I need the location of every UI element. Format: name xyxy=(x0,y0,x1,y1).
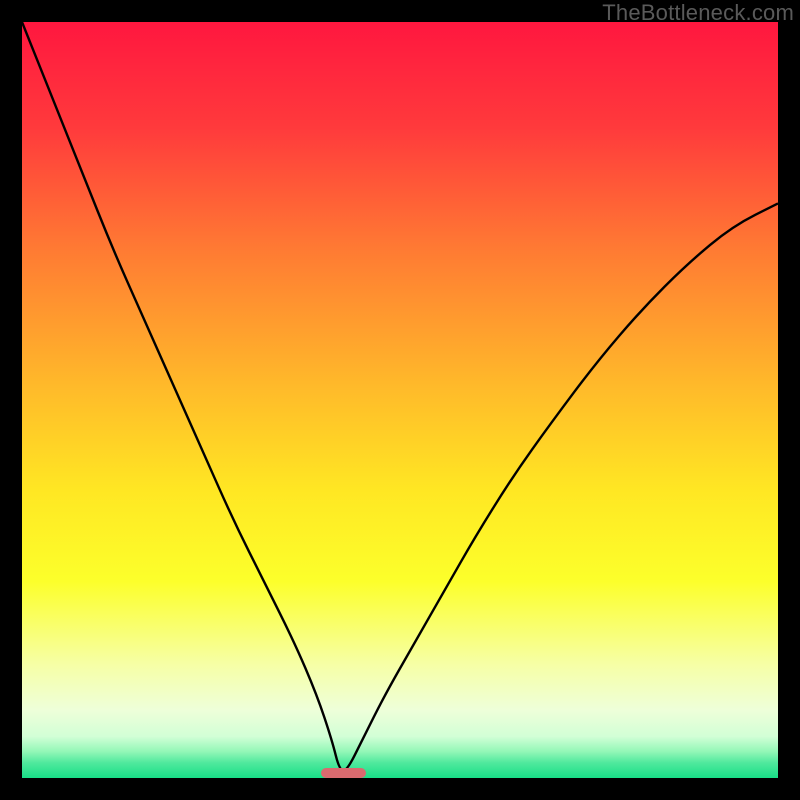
curve-layer xyxy=(22,22,778,778)
outer-frame: TheBottleneck.com xyxy=(0,0,800,800)
optimal-marker xyxy=(321,768,366,778)
bottleneck-curve xyxy=(22,22,778,770)
plot-area xyxy=(22,22,778,778)
